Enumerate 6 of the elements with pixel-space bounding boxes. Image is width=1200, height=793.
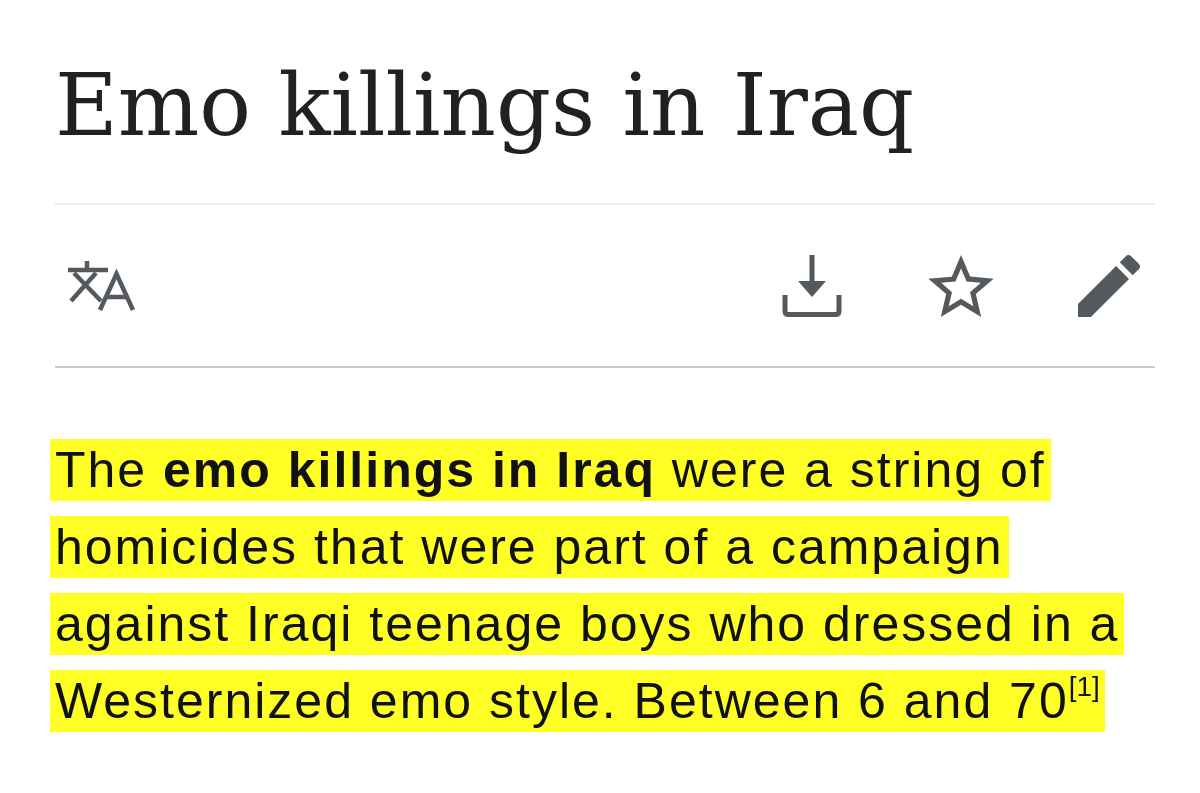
page-title: Emo killings in Iraq [55,54,915,157]
language-icon[interactable] [68,260,135,311]
edit-icon[interactable] [1078,254,1140,317]
citation-link[interactable]: [1] [1068,671,1100,702]
star-icon[interactable] [928,254,994,317]
download-icon[interactable] [782,254,842,317]
